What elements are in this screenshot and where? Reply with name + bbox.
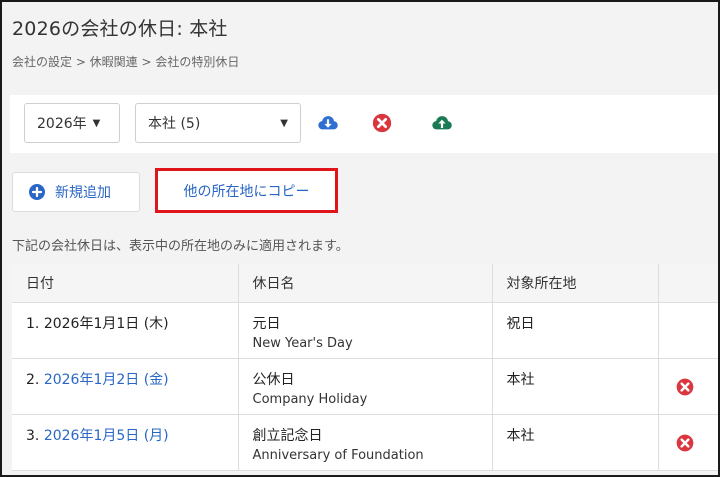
date-cell: 1. 2026年1月1日 (木) <box>12 302 239 359</box>
holiday-date-link[interactable]: 2026年1月2日 (金) <box>44 372 169 388</box>
column-header-actions <box>658 264 718 303</box>
copy-to-other-locations-button[interactable]: 他の所在地にコピー <box>155 168 338 213</box>
caret-down-icon: ▼ <box>280 117 288 129</box>
row-number: 2. <box>26 371 40 388</box>
name-cell: 公休日 Company Holiday <box>238 358 493 415</box>
plus-circle-icon <box>29 184 45 200</box>
add-new-label: 新規追加 <box>55 185 111 201</box>
action-cell <box>658 302 718 359</box>
holiday-table: 日付 休日名 対象所在地 1. 2026年1月1日 (木) 元日 New Yea… <box>12 264 718 471</box>
column-header-holiday-name[interactable]: 休日名 <box>238 264 493 303</box>
caret-down-icon: ▼ <box>92 117 101 129</box>
row-number: 3. <box>26 427 40 444</box>
holiday-date: 2026年1月1日 (木) <box>43 315 169 332</box>
name-cell: 創立記念日 Anniversary of Foundation <box>238 414 493 471</box>
name-cell: 元日 New Year's Day <box>238 302 493 359</box>
date-cell: 2. 2026年1月2日 (金) <box>12 358 239 415</box>
year-select[interactable]: 2026年 ▼ <box>24 103 120 143</box>
action-cell <box>658 358 718 415</box>
column-header-date[interactable]: 日付 <box>12 264 239 303</box>
holiday-name-en: Anniversary of Foundation <box>252 447 424 463</box>
delete-icon[interactable] <box>675 433 695 453</box>
year-select-value: 2026年 <box>37 116 87 132</box>
holiday-name: 元日 <box>252 315 281 332</box>
location-cell: 本社 <box>492 358 659 415</box>
table-row: 3. 2026年1月5日 (月) 創立記念日 Anniversary of Fo… <box>12 414 718 471</box>
table-row: 1. 2026年1月1日 (木) 元日 New Year's Day 祝日 <box>12 302 718 359</box>
location-cell: 祝日 <box>492 302 659 359</box>
holiday-name-en: New Year's Day <box>252 335 353 351</box>
table-header-row: 日付 休日名 対象所在地 <box>12 264 718 303</box>
info-note: 下記の会社休日は、表示中の所在地のみに適用されます。 <box>12 239 349 254</box>
add-new-button[interactable]: 新規追加 <box>12 172 140 212</box>
holiday-name: 公休日 <box>252 371 295 388</box>
holiday-date-link[interactable]: 2026年1月5日 (月) <box>44 428 169 444</box>
location-select[interactable]: 本社 (5) ▼ <box>135 103 301 143</box>
upload-icon[interactable] <box>431 112 453 134</box>
row-number: 1. <box>26 315 40 332</box>
page-title: 2026の会社の休日: 本社 <box>12 18 228 40</box>
location-select-value: 本社 (5) <box>148 116 201 132</box>
location-cell: 本社 <box>492 414 659 471</box>
copy-label: 他の所在地にコピー <box>183 183 310 200</box>
column-header-location[interactable]: 対象所在地 <box>492 264 659 303</box>
holiday-name-en: Company Holiday <box>252 391 368 407</box>
app-frame: 2026の会社の休日: 本社 会社の設定 > 休暇関連 > 会社の特別休日 20… <box>0 0 720 477</box>
delete-icon[interactable] <box>675 377 695 397</box>
breadcrumb: 会社の設定 > 休暇関連 > 会社の特別休日 <box>12 55 240 69</box>
action-cell <box>658 414 718 471</box>
download-icon[interactable] <box>317 112 339 134</box>
date-cell: 3. 2026年1月5日 (月) <box>12 414 239 471</box>
remove-icon[interactable] <box>371 112 393 134</box>
table-row: 2. 2026年1月2日 (金) 公休日 Company Holiday 本社 <box>12 358 718 415</box>
holiday-name: 創立記念日 <box>252 427 323 444</box>
toolbar: 2026年 ▼ 本社 (5) ▼ <box>10 95 718 153</box>
